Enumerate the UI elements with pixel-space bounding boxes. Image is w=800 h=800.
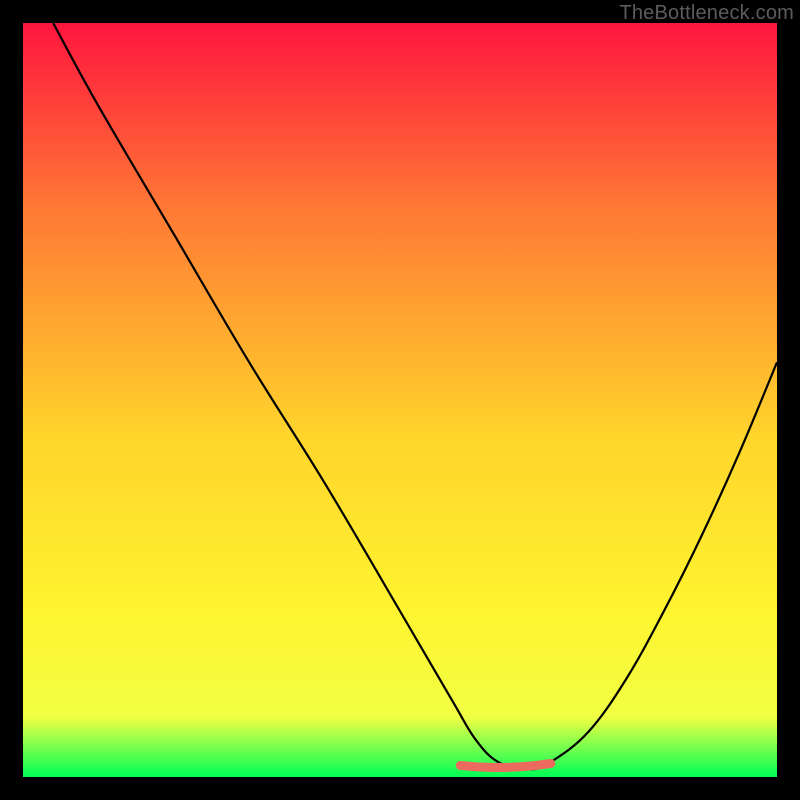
bottleneck-chart <box>23 23 777 777</box>
gradient-background <box>23 23 777 777</box>
optimal-range-highlight <box>460 763 550 767</box>
watermark-text: TheBottleneck.com <box>619 2 794 25</box>
